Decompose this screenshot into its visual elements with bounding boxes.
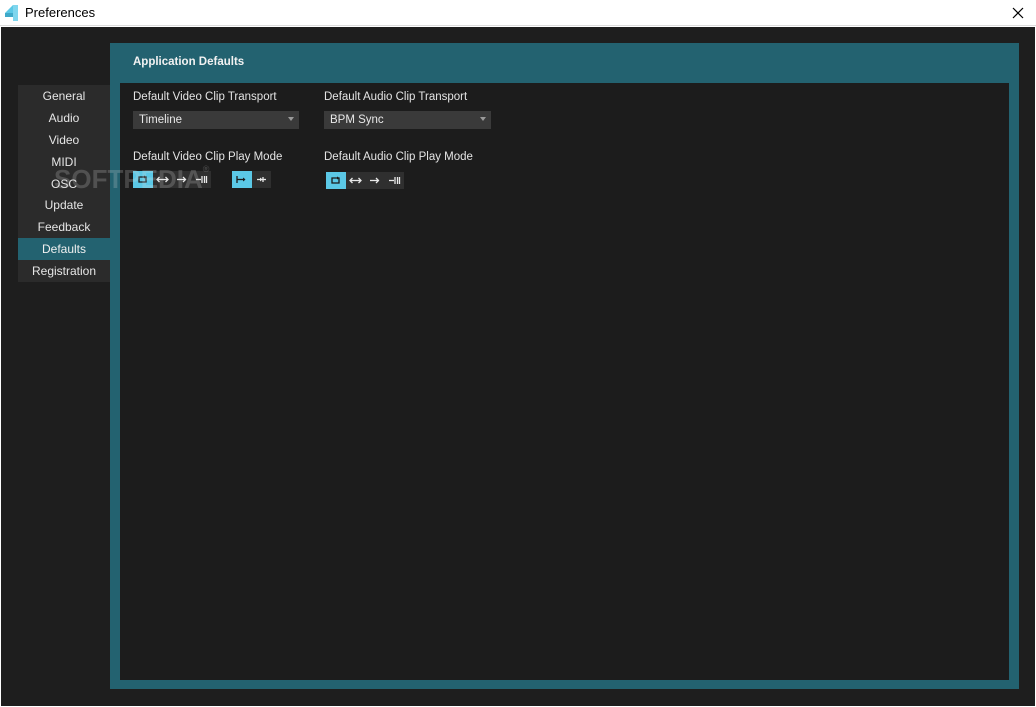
bounce-icon [155, 176, 169, 183]
video-loop-button[interactable] [133, 171, 153, 188]
app-logo-icon [5, 5, 18, 21]
sidebar-item-registration[interactable]: Registration [18, 260, 110, 282]
video-play-mode-label: Default Video Clip Play Mode [133, 151, 283, 163]
sidebar-item-video[interactable]: Video [18, 129, 110, 151]
loop-icon [138, 175, 147, 183]
play-once-icon [370, 177, 380, 184]
preferences-client: Application Defaults Default Video Clip … [1, 27, 1035, 706]
chevron-down-icon [480, 117, 486, 121]
video-backward-button[interactable] [251, 171, 271, 188]
play-once-icon [177, 176, 187, 183]
audio-transport-select[interactable]: BPM Sync [324, 111, 491, 129]
audio-play-once-button[interactable] [365, 172, 385, 189]
panel-title: Application Defaults [133, 56, 245, 68]
window-title: Preferences [25, 5, 96, 20]
forward-icon [236, 176, 246, 183]
close-button[interactable] [1000, 0, 1036, 26]
sidebar-item-feedback[interactable]: Feedback [18, 216, 110, 238]
panel-content: Default Video Clip Transport Timeline De… [120, 83, 1009, 680]
audio-loop-button[interactable] [326, 172, 346, 189]
close-icon [1012, 7, 1024, 19]
audio-bounce-button[interactable] [345, 172, 365, 189]
video-transport-select[interactable]: Timeline [133, 111, 299, 129]
sidebar-item-midi[interactable]: MIDI [18, 151, 110, 173]
sidebar-item-audio[interactable]: Audio [18, 107, 110, 129]
video-bounce-button[interactable] [152, 171, 172, 188]
audio-play-mode-group [326, 172, 404, 189]
video-play-once-hold-button[interactable] [191, 171, 211, 188]
video-direction-group [232, 171, 271, 188]
sidebar-item-general[interactable]: General [18, 85, 110, 107]
defaults-panel: Application Defaults Default Video Clip … [110, 43, 1019, 689]
video-forward-button[interactable] [232, 171, 252, 188]
sidebar-item-defaults[interactable]: Defaults [18, 238, 110, 261]
video-transport-value: Timeline [139, 114, 183, 126]
bounce-icon [348, 177, 362, 184]
preferences-sidebar: General Audio Video MIDI OSC Update Feed… [18, 85, 110, 283]
video-play-mode-group [133, 171, 211, 188]
play-once-hold-icon [195, 176, 207, 183]
loop-icon [331, 176, 340, 184]
video-transport-label: Default Video Clip Transport [133, 91, 277, 103]
backward-icon [256, 177, 266, 182]
audio-transport-label: Default Audio Clip Transport [324, 91, 468, 103]
video-play-once-button[interactable] [172, 171, 192, 188]
sidebar-item-update[interactable]: Update [18, 194, 110, 216]
play-once-hold-icon [388, 177, 400, 184]
audio-transport-value: BPM Sync [330, 114, 384, 126]
audio-play-mode-label: Default Audio Clip Play Mode [324, 151, 473, 163]
audio-play-once-hold-button[interactable] [384, 172, 404, 189]
title-bar: Preferences [0, 0, 1036, 26]
sidebar-item-osc[interactable]: OSC [18, 173, 110, 195]
chevron-down-icon [288, 117, 294, 121]
